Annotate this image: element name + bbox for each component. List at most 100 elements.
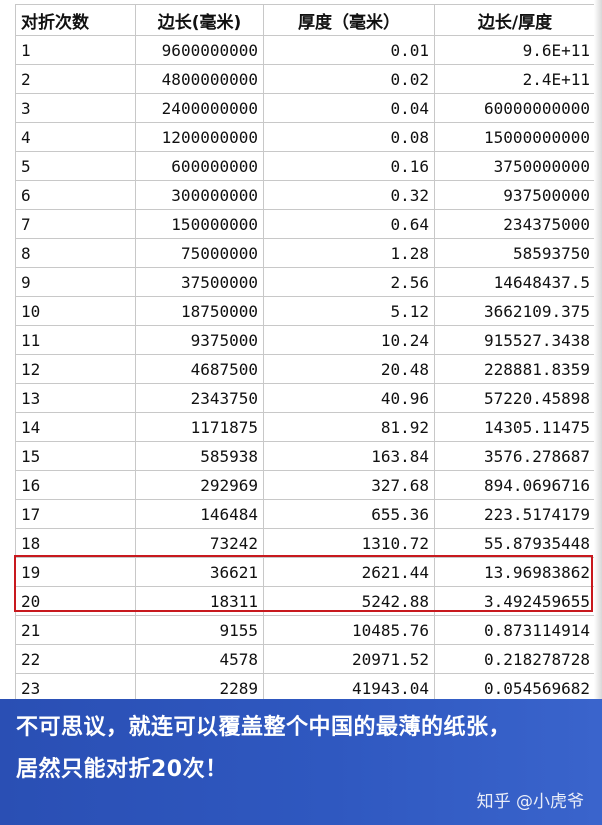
cell-thickness: 327.68 bbox=[263, 470, 435, 500]
cell-thickness: 20.48 bbox=[263, 354, 435, 384]
table-row: 3 2400000000 0.04 60000000000 bbox=[15, 93, 596, 123]
cell-thickness: 1310.72 bbox=[263, 528, 435, 558]
cell-side-length: 600000000 bbox=[135, 151, 264, 181]
cell-fold-count: 14 bbox=[15, 412, 136, 442]
cell-fold-count: 9 bbox=[15, 267, 136, 297]
cell-thickness: 163.84 bbox=[263, 441, 435, 471]
cell-ratio: 3.492459655 bbox=[434, 586, 596, 616]
cell-side-length: 73242 bbox=[135, 528, 264, 558]
cell-thickness: 0.64 bbox=[263, 209, 435, 239]
cell-fold-count: 1 bbox=[15, 35, 136, 65]
caption-banner: 不可思议，就连可以覆盖整个中国的最薄的纸张， 居然只能对折20次！ 知乎 @小虎… bbox=[0, 699, 602, 825]
table-row: 21 9155 10485.76 0.873114914 bbox=[15, 615, 596, 645]
table-row: 18 73242 1310.72 55.87935448 bbox=[15, 528, 596, 558]
table-row: 1 9600000000 0.01 9.6E+11 bbox=[15, 35, 596, 65]
cell-side-length: 37500000 bbox=[135, 267, 264, 297]
table-row: 15 585938 163.84 3576.278687 bbox=[15, 441, 596, 471]
cell-thickness: 10.24 bbox=[263, 325, 435, 355]
cell-thickness: 0.16 bbox=[263, 151, 435, 181]
cell-fold-count: 2 bbox=[15, 64, 136, 94]
table-row: 19 36621 2621.44 13.96983862 bbox=[15, 557, 596, 587]
cell-thickness: 5242.88 bbox=[263, 586, 435, 616]
cell-fold-count: 4 bbox=[15, 122, 136, 152]
cell-ratio: 15000000000 bbox=[434, 122, 596, 152]
table-row: 9 37500000 2.56 14648437.5 bbox=[15, 267, 596, 297]
table-row: 6 300000000 0.32 937500000 bbox=[15, 180, 596, 210]
cell-thickness: 20971.52 bbox=[263, 644, 435, 674]
cell-fold-count: 3 bbox=[15, 93, 136, 123]
table-row: 16 292969 327.68 894.0696716 bbox=[15, 470, 596, 500]
cell-side-length: 9600000000 bbox=[135, 35, 264, 65]
header-fold-count: 对折次数 bbox=[15, 4, 136, 36]
cell-side-length: 292969 bbox=[135, 470, 264, 500]
cell-thickness: 40.96 bbox=[263, 383, 435, 413]
cell-thickness: 0.08 bbox=[263, 122, 435, 152]
cell-thickness: 2621.44 bbox=[263, 557, 435, 587]
cell-fold-count: 18 bbox=[15, 528, 136, 558]
cell-fold-count: 7 bbox=[15, 209, 136, 239]
cell-ratio: 57220.45898 bbox=[434, 383, 596, 413]
cell-ratio: 14305.11475 bbox=[434, 412, 596, 442]
cell-fold-count: 17 bbox=[15, 499, 136, 529]
table-body: 1 9600000000 0.01 9.6E+11 2 4800000000 0.02 2.4… bbox=[15, 35, 596, 703]
cell-thickness: 10485.76 bbox=[263, 615, 435, 645]
table-row: 10 18750000 5.12 3662109.375 bbox=[15, 296, 596, 326]
cell-fold-count: 19 bbox=[15, 557, 136, 587]
cell-ratio: 223.5174179 bbox=[434, 499, 596, 529]
cell-ratio: 894.0696716 bbox=[434, 470, 596, 500]
header-ratio: 边长/厚度 bbox=[434, 4, 596, 36]
cell-fold-count: 13 bbox=[15, 383, 136, 413]
cell-side-length: 1171875 bbox=[135, 412, 264, 442]
cell-ratio: 55.87935448 bbox=[434, 528, 596, 558]
cell-fold-count: 22 bbox=[15, 644, 136, 674]
cell-side-length: 4687500 bbox=[135, 354, 264, 384]
table-row: 5 600000000 0.16 3750000000 bbox=[15, 151, 596, 181]
cell-fold-count: 11 bbox=[15, 325, 136, 355]
cell-ratio: 228881.8359 bbox=[434, 354, 596, 384]
table-row: 2 4800000000 0.02 2.4E+11 bbox=[15, 64, 596, 94]
cell-ratio: 2.4E+11 bbox=[434, 64, 596, 94]
cell-ratio: 915527.3438 bbox=[434, 325, 596, 355]
page-edge-shadow bbox=[594, 0, 602, 700]
cell-thickness: 0.02 bbox=[263, 64, 435, 94]
cell-side-length: 146484 bbox=[135, 499, 264, 529]
cell-thickness: 0.04 bbox=[263, 93, 435, 123]
header-thickness: 厚度（毫米） bbox=[263, 4, 435, 36]
cell-fold-count: 21 bbox=[15, 615, 136, 645]
cell-side-length: 2400000000 bbox=[135, 93, 264, 123]
table-row: 12 4687500 20.48 228881.8359 bbox=[15, 354, 596, 384]
cell-side-length: 1200000000 bbox=[135, 122, 264, 152]
cell-side-length: 300000000 bbox=[135, 180, 264, 210]
table-row: 8 75000000 1.28 58593750 bbox=[15, 238, 596, 268]
table-row: 7 150000000 0.64 234375000 bbox=[15, 209, 596, 239]
cell-ratio: 13.96983862 bbox=[434, 557, 596, 587]
cell-thickness: 5.12 bbox=[263, 296, 435, 326]
cell-side-length: 4578 bbox=[135, 644, 264, 674]
cell-side-length: 4800000000 bbox=[135, 64, 264, 94]
cell-side-length: 150000000 bbox=[135, 209, 264, 239]
cell-ratio: 60000000000 bbox=[434, 93, 596, 123]
cell-ratio: 58593750 bbox=[434, 238, 596, 268]
cell-ratio: 3576.278687 bbox=[434, 441, 596, 471]
folding-table: 对折次数 边长(毫米) 厚度（毫米） 边长/厚度 1 9600000000 0.01… bbox=[15, 4, 596, 703]
header-row: 对折次数 边长(毫米) 厚度（毫米） 边长/厚度 bbox=[15, 4, 596, 36]
cell-side-length: 9155 bbox=[135, 615, 264, 645]
cell-thickness: 81.92 bbox=[263, 412, 435, 442]
cell-thickness: 2.56 bbox=[263, 267, 435, 297]
cell-fold-count: 16 bbox=[15, 470, 136, 500]
cell-fold-count: 12 bbox=[15, 354, 136, 384]
table-row: 20 18311 5242.88 3.492459655 bbox=[15, 586, 596, 616]
table-row: 14 1171875 81.92 14305.11475 bbox=[15, 412, 596, 442]
cell-side-length: 585938 bbox=[135, 441, 264, 471]
cell-fold-count: 8 bbox=[15, 238, 136, 268]
cell-fold-count: 20 bbox=[15, 586, 136, 616]
caption-line-1: 不可思议，就连可以覆盖整个中国的最薄的纸张， bbox=[16, 715, 512, 740]
cell-ratio: 234375000 bbox=[434, 209, 596, 239]
table-row: 11 9375000 10.24 915527.3438 bbox=[15, 325, 596, 355]
cell-thickness: 655.36 bbox=[263, 499, 435, 529]
table-row: 4 1200000000 0.08 15000000000 bbox=[15, 122, 596, 152]
watermark: 知乎 @小虎爷 bbox=[476, 792, 584, 812]
cell-side-length: 9375000 bbox=[135, 325, 264, 355]
table-row: 22 4578 20971.52 0.218278728 bbox=[15, 644, 596, 674]
cell-fold-count: 6 bbox=[15, 180, 136, 210]
